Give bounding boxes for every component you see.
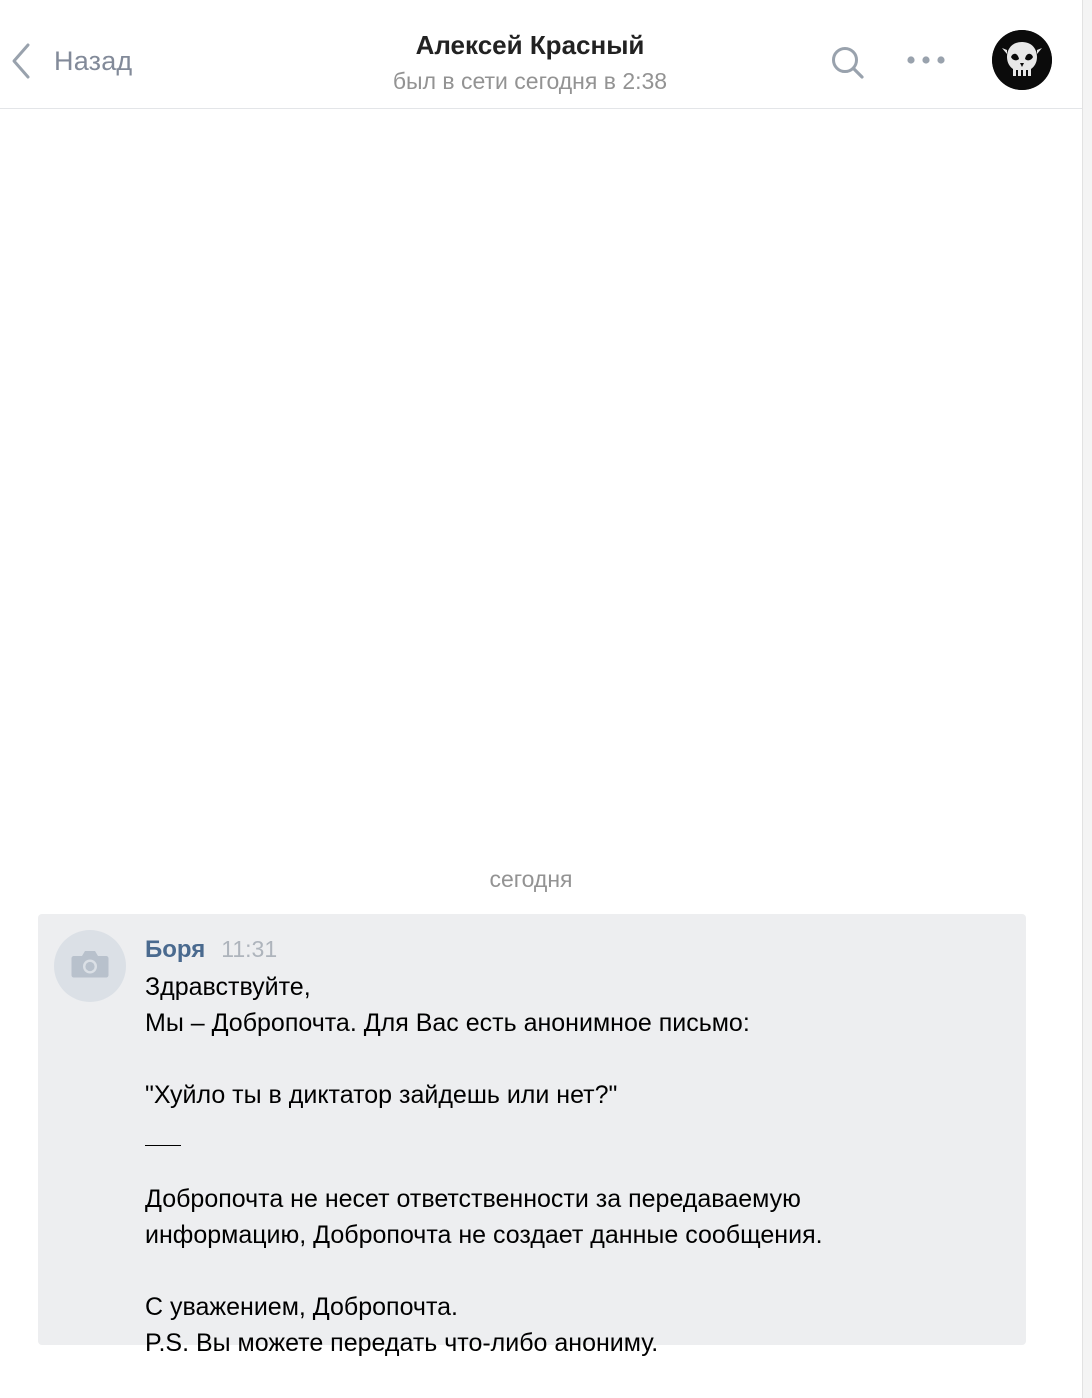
contact-name: Алексей Красный: [415, 30, 645, 60]
message-line: "Хуйло ты в диктатор зайдешь или нет?": [145, 1081, 618, 1109]
message-text: Здравствуйте, Мы – Добропочта. Для Вас е…: [145, 969, 1005, 1361]
message-separator-line: [145, 1145, 1005, 1181]
separator-rule: [145, 1145, 181, 1146]
message-header: Боря 11:31: [145, 936, 277, 964]
conversation-title-block[interactable]: Алексей Красный был в сети сегодня в 2:3…: [280, 28, 780, 98]
message-line: С уважением, Добропочта.: [145, 1293, 458, 1321]
chevron-left-icon: [8, 41, 34, 81]
skull-mask-icon: [992, 30, 1052, 90]
contact-avatar[interactable]: [992, 30, 1052, 90]
message-line: P.S. Вы можете передать что-либо анониму…: [145, 1329, 659, 1357]
more-icon: [904, 56, 948, 76]
back-label: Назад: [54, 45, 133, 76]
more-options-button[interactable]: [904, 48, 948, 72]
message-line: [145, 1041, 1005, 1077]
contact-status: был в сети сегодня в 2:38: [392, 68, 668, 94]
back-button[interactable]: Назад: [8, 36, 132, 86]
chat-header: Назад Алексей Красный был в сети сегодня…: [0, 0, 1082, 109]
message-line: информацию, Добропочта не создает данные…: [145, 1221, 823, 1249]
search-icon: [828, 47, 868, 88]
message-line: Здравствуйте,: [145, 973, 311, 1001]
message-time[interactable]: 11:31: [221, 936, 277, 963]
message-line: Мы – Добропочта. Для Вас есть анонимное …: [145, 1009, 750, 1037]
message-item[interactable]: Боря 11:31 Здравствуйте, Мы – Добропочта…: [38, 914, 1026, 1357]
scrollbar-track[interactable]: [1082, 0, 1092, 1398]
date-divider: сегодня: [489, 866, 573, 892]
sender-avatar[interactable]: [54, 930, 126, 1002]
search-button[interactable]: [828, 44, 868, 84]
message-author[interactable]: Боря: [145, 936, 205, 964]
message-line: Добропочта не несет ответственности за п…: [145, 1185, 801, 1213]
message-line: [145, 1253, 1005, 1289]
camera-icon: [70, 948, 110, 985]
chat-page: Назад Алексей Красный был в сети сегодня…: [0, 0, 1092, 1398]
